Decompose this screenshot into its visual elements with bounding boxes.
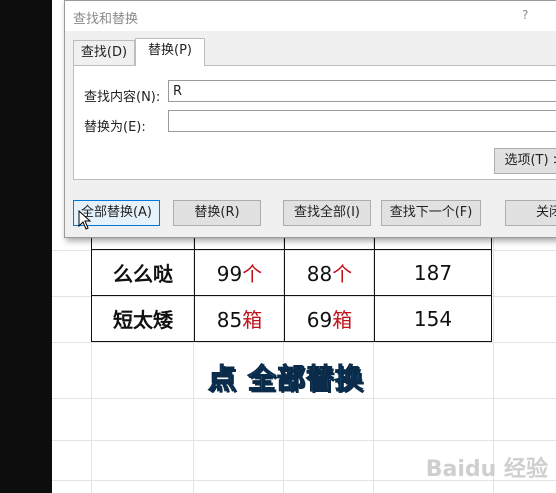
grid-line: [52, 440, 556, 441]
table-cell-total[interactable]: 154: [374, 295, 492, 342]
tab-replace[interactable]: 替换(P): [135, 38, 205, 66]
table-cell-value[interactable]: 69箱: [284, 295, 375, 342]
dialog-titlebar: 查找和替换 ?: [65, 1, 556, 31]
replace-input[interactable]: [168, 110, 556, 132]
cell-number: 154: [413, 306, 453, 331]
table-row: 么么哒 99个 88个 187: [91, 249, 492, 296]
cell-text: 么么哒: [113, 262, 173, 286]
left-dark-strip: [0, 0, 52, 493]
replace-button[interactable]: 替换(R): [173, 200, 261, 226]
close-button[interactable]: 关闭: [505, 200, 556, 226]
cell-number: 85: [216, 308, 243, 332]
cell-text: 短太矮: [113, 308, 173, 332]
table-row: 短太矮 85箱 69箱 154: [91, 295, 492, 342]
cell-number: 88: [306, 262, 333, 286]
tab-find[interactable]: 查找(D): [73, 40, 135, 65]
grid-line: [52, 398, 556, 399]
grid-line: [52, 342, 556, 343]
table-cell-value[interactable]: 85箱: [194, 295, 285, 342]
replace-panel: 查找内容(N): R 替换为(E): 选项(T) >: [73, 65, 556, 180]
options-button[interactable]: 选项(T) >: [494, 148, 556, 174]
cell-unit: 箱: [332, 308, 353, 332]
cell-unit: 个: [242, 262, 263, 286]
table-cell-value[interactable]: 99个: [194, 249, 285, 296]
table-cell-value[interactable]: 88个: [284, 249, 375, 296]
cell-unit: 箱: [242, 308, 263, 332]
dialog-title: 查找和替换: [73, 12, 139, 27]
caption-overlay: 点 全部替换: [208, 362, 364, 396]
find-label: 查找内容(N):: [84, 90, 161, 105]
replace-label: 替换为(E):: [84, 120, 146, 135]
cell-number: 187: [413, 260, 453, 285]
cell-number: 69: [306, 308, 333, 332]
table-cell-name[interactable]: 短太矮: [91, 295, 195, 342]
find-input[interactable]: R: [168, 80, 556, 102]
find-next-button[interactable]: 查找下一个(F): [381, 200, 481, 226]
help-button[interactable]: ?: [522, 8, 528, 22]
find-all-button[interactable]: 查找全部(I): [283, 200, 371, 226]
mouse-pointer-icon: [78, 210, 92, 230]
find-replace-dialog: 查找和替换 ? 查找(D) 替换(P) 查找内容(N): R 替换为(E): 选…: [64, 0, 556, 238]
cell-number: 99: [216, 262, 243, 286]
table-cell-name[interactable]: 么么哒: [91, 249, 195, 296]
table-cell-total[interactable]: 187: [374, 249, 492, 296]
baidu-watermark: Baidu 经验: [425, 457, 548, 482]
cell-unit: 个: [332, 262, 353, 286]
